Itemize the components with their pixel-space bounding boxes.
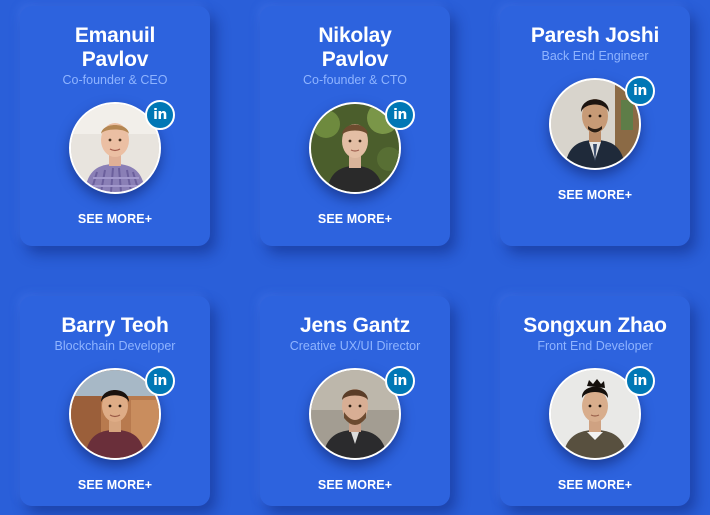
team-card-songxun-zhao: Songxun Zhao Front End Developer in SEE …	[500, 296, 690, 506]
see-more-button[interactable]: SEE MORE+	[318, 478, 392, 492]
avatar-container: in	[69, 366, 175, 460]
linkedin-icon[interactable]: in	[385, 366, 415, 396]
member-role: Creative UX/UI Director	[289, 339, 421, 353]
member-name: Emanuil	[74, 24, 156, 47]
linkedin-icon-label: in	[393, 373, 407, 389]
member-name: Pavlov	[321, 48, 389, 71]
member-role: Back End Engineer	[541, 49, 649, 63]
avatar-container: in	[309, 100, 415, 194]
member-name: Nikolay	[318, 24, 392, 47]
see-more-button[interactable]: SEE MORE+	[558, 478, 632, 492]
linkedin-icon[interactable]: in	[385, 100, 415, 130]
member-name: Paresh Joshi	[530, 24, 660, 47]
linkedin-icon[interactable]: in	[625, 366, 655, 396]
linkedin-icon[interactable]: in	[625, 76, 655, 106]
member-role: Co-founder & CEO	[62, 73, 168, 87]
linkedin-icon-label: in	[393, 107, 407, 123]
avatar-container: in	[549, 366, 655, 460]
team-card-nikolay-pavlov: Nikolay Pavlov Co-founder & CTO in SEE M…	[260, 6, 450, 246]
avatar-container: in	[69, 100, 175, 194]
linkedin-icon[interactable]: in	[145, 366, 175, 396]
see-more-button[interactable]: SEE MORE+	[318, 212, 392, 226]
team-card-paresh-joshi: Paresh Joshi Back End Engineer in SEE MO…	[500, 6, 690, 246]
member-role: Co-founder & CTO	[303, 73, 407, 87]
member-role: Front End Developer	[537, 339, 653, 353]
see-more-button[interactable]: SEE MORE+	[558, 188, 632, 202]
team-card-emanuil-pavlov: Emanuil Pavlov Co-founder & CEO in SEE M…	[20, 6, 210, 246]
linkedin-icon-label: in	[153, 373, 167, 389]
linkedin-icon-label: in	[633, 373, 647, 389]
linkedin-icon[interactable]: in	[145, 100, 175, 130]
member-name: Songxun Zhao	[523, 314, 667, 337]
member-name: Barry Teoh	[61, 314, 169, 337]
see-more-button[interactable]: SEE MORE+	[78, 478, 152, 492]
member-name: Jens Gantz	[299, 314, 411, 337]
linkedin-icon-label: in	[633, 83, 647, 99]
member-role: Blockchain Developer	[54, 339, 176, 353]
see-more-button[interactable]: SEE MORE+	[78, 212, 152, 226]
linkedin-icon-label: in	[153, 107, 167, 123]
avatar-container: in	[549, 76, 655, 170]
avatar-container: in	[309, 366, 415, 460]
team-card-barry-teoh: Barry Teoh Blockchain Developer in SEE M…	[20, 296, 210, 506]
member-name: Pavlov	[81, 48, 149, 71]
team-card-jens-gantz: Jens Gantz Creative UX/UI Director in SE…	[260, 296, 450, 506]
